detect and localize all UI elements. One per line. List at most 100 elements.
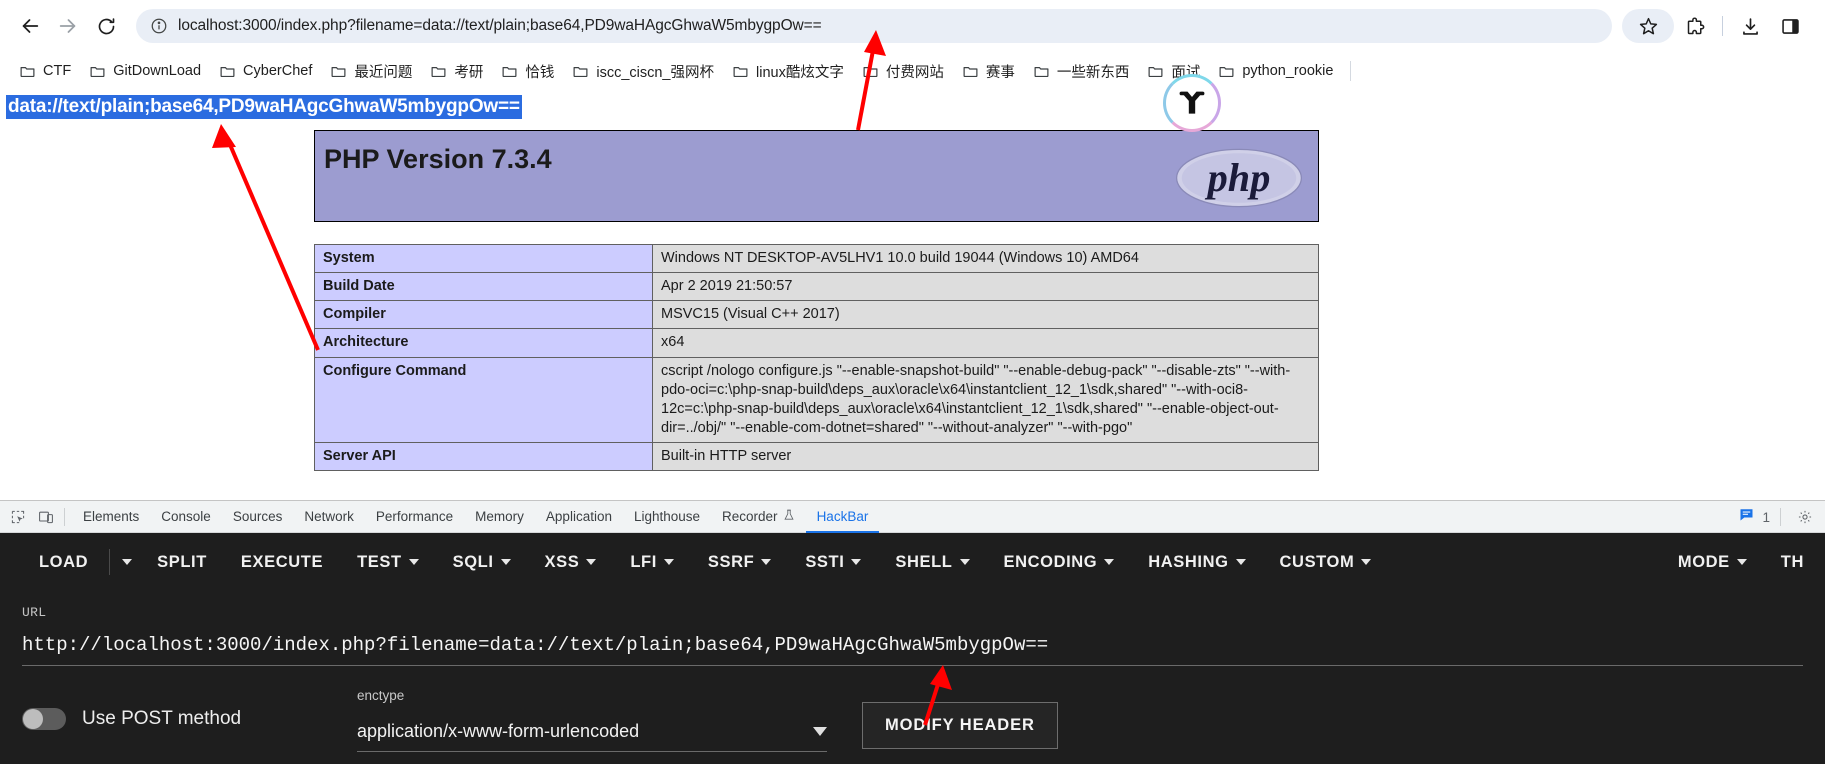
php-version-title: PHP Version 7.3.4: [324, 144, 552, 174]
devtools-tab-recorder[interactable]: Recorder: [711, 501, 806, 533]
hackbar-menu-hashing[interactable]: HASHING: [1131, 553, 1262, 572]
enctype-label: enctype: [357, 688, 405, 703]
chevron-down-icon[interactable]: [813, 727, 827, 736]
devtools-tab-performance[interactable]: Performance: [365, 501, 464, 533]
devtools-tab-sources[interactable]: Sources: [222, 501, 294, 533]
bookmark-item[interactable]: 考研: [421, 58, 492, 85]
folder-icon: [430, 63, 447, 80]
hackbar-menu-encoding[interactable]: ENCODING: [987, 553, 1132, 572]
use-post-method-toggle[interactable]: Use POST method: [22, 688, 357, 730]
hackbar-menu-label: HASHING: [1148, 552, 1229, 571]
hackbar-menu-shell[interactable]: SHELL: [878, 553, 986, 572]
hackbar-url-input[interactable]: http://localhost:3000/index.php?filename…: [22, 634, 1803, 666]
phpinfo-key: Build Date: [314, 272, 653, 302]
folder-icon: [89, 63, 106, 80]
devtools-panel: Elements Console Sources Network Performance…: [0, 500, 1825, 764]
hackbar-menu-label: SSRF: [707, 552, 755, 571]
svg-text:php: php: [1205, 155, 1271, 200]
phpinfo-value: Windows NT DESKTOP-AV5LHV1 10.0 build 19…: [652, 243, 1319, 274]
devtools-tab-label: Memory: [475, 508, 524, 524]
browser-chrome: localhost:3000/index.php?filename=data:/…: [0, 0, 1825, 132]
bookmark-item[interactable]: CyberChef: [210, 60, 321, 83]
hackbar-menu-execute[interactable]: EXECUTE: [224, 553, 340, 572]
phpinfo-value: Built-in HTTP server: [652, 441, 1319, 472]
hackbar-menu-custom[interactable]: CUSTOM: [1263, 553, 1389, 572]
toggle-switch[interactable]: [22, 708, 66, 730]
enctype-select[interactable]: application/x-www-form-urlencoded: [357, 721, 827, 752]
hackbar-menu-sqli[interactable]: SQLI: [436, 553, 528, 572]
hackbar-menu-label: MODE: [1677, 552, 1730, 571]
hackbar-options-row: Use POST method enctype application/x-ww…: [0, 666, 1825, 752]
phpinfo-banner: PHP Version 7.3.4 php: [314, 130, 1319, 222]
devtools-tab-network[interactable]: Network: [293, 501, 365, 533]
folder-icon: [330, 63, 347, 80]
puzzle-piece-icon[interactable]: [1676, 7, 1714, 45]
devtools-tab-label: Sources: [232, 508, 283, 524]
php-logo-icon: php: [1175, 148, 1303, 208]
chevron-down-icon: [586, 559, 597, 565]
devtools-status: 1: [1739, 501, 1819, 533]
hackbar-menu-split[interactable]: SPLIT: [140, 553, 224, 572]
hackbar-menu-th[interactable]: TH: [1764, 553, 1821, 572]
bookmark-item[interactable]: 付费网站: [853, 58, 953, 85]
hackbar-menu-mode[interactable]: MODE: [1661, 553, 1764, 572]
bookmark-label: GitDownLoad: [113, 63, 202, 79]
forward-arrow-icon[interactable]: [50, 8, 86, 44]
inspect-element-icon[interactable]: [4, 504, 32, 530]
folder-icon: [1033, 63, 1050, 80]
phpinfo-value: Apr 2 2019 21:50:57: [652, 272, 1319, 302]
devtools-tab-lighthouse[interactable]: Lighthouse: [623, 501, 711, 533]
browser-toolbar: localhost:3000/index.php?filename=data:/…: [0, 0, 1825, 52]
bookmark-label: 恰钱: [525, 64, 555, 81]
reload-icon[interactable]: [88, 8, 124, 44]
chevron-down-icon: [1235, 559, 1246, 565]
bookmark-item[interactable]: python_rookie: [1209, 60, 1342, 83]
hackbar-menu-lfi[interactable]: LFI: [613, 553, 691, 572]
phpinfo-key: Architecture: [314, 328, 653, 358]
bookmark-label: CyberChef: [243, 63, 313, 79]
bookmark-label: python_rookie: [1242, 63, 1334, 79]
bookmark-label: CTF: [43, 63, 72, 79]
bookmark-item[interactable]: 赛事: [953, 58, 1024, 85]
hackbar-menu-divider: [109, 549, 111, 575]
hackbar-menu-label: LOAD: [39, 552, 89, 571]
selected-url-text: data://text/plain;base64,PD9waHAgcGhwaW5…: [6, 95, 522, 119]
star-icon[interactable]: [1622, 9, 1674, 43]
chevron-down-icon: [408, 559, 419, 565]
back-arrow-icon[interactable]: [12, 8, 48, 44]
download-icon[interactable]: [1731, 7, 1769, 45]
hackbar-menu-ssrf[interactable]: SSRF: [691, 553, 788, 572]
bookmark-item[interactable]: linux酷炫文字: [723, 58, 853, 85]
bookmark-item[interactable]: 一些新东西: [1024, 58, 1139, 85]
bookmark-item[interactable]: GitDownLoad: [80, 60, 210, 83]
devtools-tab-elements[interactable]: Elements: [72, 501, 150, 533]
devtools-tab-memory[interactable]: Memory: [464, 501, 535, 533]
devtools-tab-console[interactable]: Console: [150, 501, 222, 533]
bookmark-item[interactable]: CTF: [10, 60, 80, 83]
bookmark-item[interactable]: iscc_ciscn_强网杯: [563, 58, 723, 85]
hackbar-menu-load[interactable]: LOAD: [22, 553, 105, 572]
gear-icon[interactable]: [1791, 504, 1819, 530]
hackbar-menu-test[interactable]: TEST: [340, 553, 436, 572]
hackbar-url-label: URL: [22, 605, 47, 620]
hackbar-menu-ssti[interactable]: SSTI: [788, 553, 878, 572]
modify-header-button[interactable]: MODIFY HEADER: [862, 702, 1058, 749]
device-toolbar-icon[interactable]: [32, 504, 60, 530]
side-panel-icon[interactable]: [1771, 7, 1809, 45]
hackbar-menu-label: SQLI: [452, 552, 494, 571]
phpinfo-value: cscript /nologo configure.js "--enable-s…: [652, 356, 1319, 443]
bookmark-item[interactable]: 最近问题: [321, 58, 421, 85]
console-message-icon[interactable]: [1739, 507, 1754, 527]
hackbar-load-dropdown[interactable]: [114, 559, 140, 565]
bookmark-label: linux酷炫文字: [756, 64, 844, 81]
address-bar[interactable]: localhost:3000/index.php?filename=data:/…: [136, 9, 1612, 43]
phpinfo-key: Server API: [314, 441, 653, 472]
hackbar-menu-xss[interactable]: XSS: [528, 553, 614, 572]
bookmark-item[interactable]: 恰钱: [492, 58, 563, 85]
hackbar-url-section: URL http://localhost:3000/index.php?file…: [0, 591, 1825, 666]
devtools-tab-application[interactable]: Application: [535, 501, 623, 533]
hackbar-menu-label: TH: [1780, 552, 1804, 571]
bookmark-label: 赛事: [985, 64, 1015, 81]
devtools-tab-hackbar[interactable]: HackBar: [806, 501, 880, 533]
site-info-icon[interactable]: [150, 17, 168, 35]
